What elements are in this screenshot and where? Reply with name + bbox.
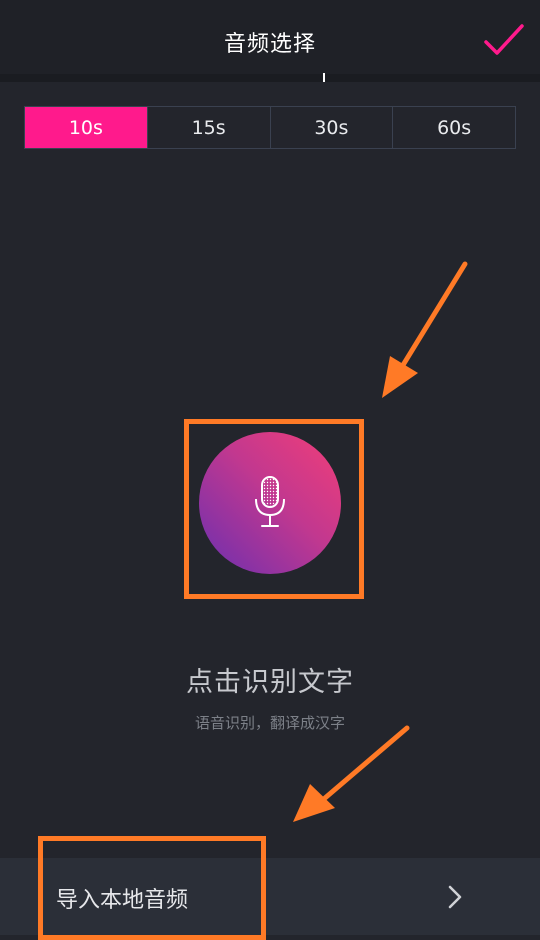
annotation-arrow-to-import: [293, 725, 410, 822]
duration-option-30s[interactable]: 30s: [271, 107, 394, 148]
annotation-highlight-import: [38, 836, 266, 940]
header-bar: 音频选择: [0, 0, 540, 74]
checkmark-icon: [484, 24, 524, 55]
audio-timeline-track[interactable]: [0, 74, 540, 82]
duration-option-15s[interactable]: 15s: [148, 107, 271, 148]
voice-record-button[interactable]: [199, 432, 341, 574]
duration-option-10s[interactable]: 10s: [25, 107, 148, 148]
duration-selector: 10s 15s 30s 60s: [24, 106, 516, 149]
timeline-position-marker[interactable]: [323, 73, 325, 82]
duration-option-60s[interactable]: 60s: [393, 107, 515, 148]
confirm-button[interactable]: [482, 20, 526, 60]
chevron-right-icon: [448, 885, 462, 909]
microphone-icon: [255, 476, 285, 527]
page-title: 音频选择: [223, 32, 316, 57]
annotation-arrow-to-mic: [382, 261, 468, 398]
recognition-subhint: 语音识别，翻译成汉字: [194, 714, 345, 732]
recognition-hint: 点击识别文字: [186, 667, 354, 698]
